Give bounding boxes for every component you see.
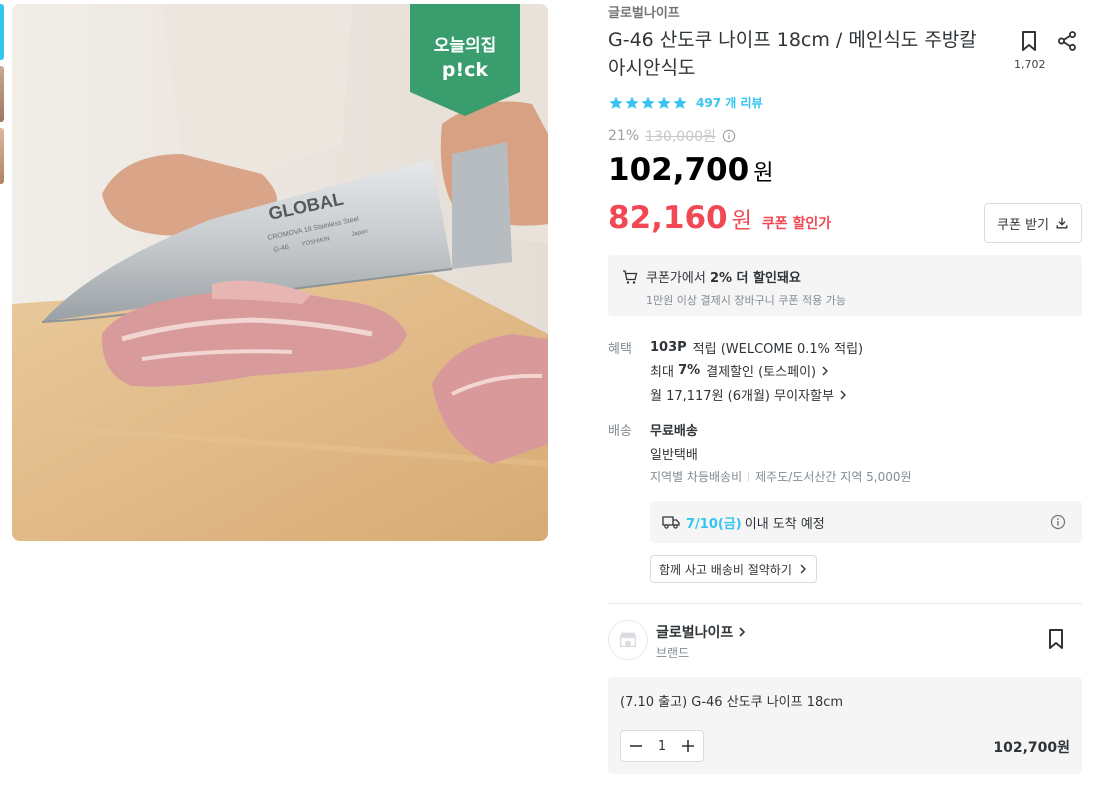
product-title: G-46 산도쿠 나이프 18cm / 메인식도 주방칼 아시안식도 (608, 29, 977, 79)
get-coupon-label: 쿠폰 받기 (997, 217, 1049, 233)
chevron-right-icon (840, 390, 846, 399)
info-icon[interactable] (1050, 514, 1066, 530)
truck-icon (662, 516, 680, 529)
info-icon[interactable] (722, 129, 736, 143)
bookmark-icon (1022, 31, 1036, 51)
plus-icon (682, 740, 694, 752)
download-icon (1056, 217, 1068, 229)
minus-icon (630, 745, 642, 747)
arrival-text: 이내 도착 예정 (744, 516, 825, 532)
coupon-price-unit: 원 (731, 209, 752, 234)
seller-bookmark-icon[interactable] (1046, 628, 1066, 650)
chevron-right-icon (739, 627, 746, 637)
max-discount-text: 결제할인 (토스페이) (706, 365, 817, 380)
thumbnail-2[interactable] (0, 66, 4, 122)
discount-rate: 21% (608, 128, 640, 144)
share-icon (1058, 31, 1076, 51)
installment-row[interactable]: 월 17,117원 (6개월) 무이자할부 (650, 385, 848, 404)
bundle-shipping-label: 함께 사고 배송비 절약하기 (659, 562, 792, 577)
rating-row[interactable]: 497 개 리뷰 (608, 94, 763, 111)
points-text: 적립 (WELCOME 0.1% 적립) (692, 342, 864, 357)
quantity-stepper: 1 (620, 730, 704, 762)
chevron-right-icon (822, 366, 829, 375)
store-icon (619, 632, 637, 648)
scrap-count: 1,702 (1014, 58, 1046, 71)
max-discount-prefix: 최대 (650, 365, 674, 380)
cart-icon (623, 269, 638, 284)
star-icon (673, 95, 687, 109)
max-discount-rate: 7% (678, 363, 701, 378)
thumbnail-1[interactable] (0, 4, 4, 60)
decrease-quantity-button[interactable] (627, 737, 645, 755)
divider (748, 471, 750, 482)
star-rating (608, 95, 688, 111)
original-price: 130,000원 (645, 129, 716, 145)
brand-link[interactable]: 글로벌나이프 (608, 2, 680, 21)
thumbnail-strip (0, 4, 4, 190)
shipping-type: 무료배송 (650, 424, 698, 439)
sale-price: 102,700 (608, 152, 750, 188)
shipping-extra-2: 제주도/도서산간 지역 5,000원 (755, 470, 912, 484)
review-count-link[interactable]: 497 개 리뷰 (696, 94, 763, 111)
star-icon (625, 95, 639, 109)
selected-option-box: (7.10 출고) G-46 산도쿠 나이프 18cm 1 102,700원 (608, 677, 1082, 774)
coupon-price: 82,160 (608, 200, 728, 236)
product-main-image: GLOBAL CROMOVA 18 Stainless Steel G-46 Y… (12, 4, 548, 541)
sale-price-row: 102,700 원 (608, 152, 773, 188)
seller-row[interactable]: 글로벌나이프 브랜드 (608, 620, 1082, 662)
arrival-date: 7/10(금) (686, 516, 742, 532)
star-icon (609, 95, 623, 109)
share-button[interactable] (1056, 30, 1080, 56)
coupon-info-box: 쿠폰가에서 2% 더 할인돼요 1만원 이상 결제시 장바구니 쿠폰 적용 가능 (608, 255, 1082, 316)
coupon-info-note: 1만원 이상 결제시 장바구니 쿠폰 적용 가능 (646, 294, 847, 307)
coupon-info-prefix: 쿠폰가에서 (646, 271, 706, 286)
thumbnail-3[interactable] (0, 128, 4, 184)
get-coupon-button[interactable]: 쿠폰 받기 (984, 203, 1082, 243)
today-pick-badge: 오늘의집 p!ck (410, 4, 520, 116)
seller-name[interactable]: 글로벌나이프 (656, 622, 747, 642)
seller-avatar[interactable] (608, 620, 648, 660)
star-icon (641, 95, 655, 109)
shipping-extra-1: 지역별 차등배송비 (650, 470, 743, 484)
points-row: 103P 적립 (WELCOME 0.1% 적립) (650, 338, 863, 357)
bundle-shipping-button[interactable]: 함께 사고 배송비 절약하기 (650, 555, 817, 583)
sale-price-unit: 원 (753, 161, 774, 186)
coupon-price-row: 82,160 원 쿠폰 할인가 (608, 200, 831, 236)
scrap-button[interactable]: 1,702 (1014, 30, 1046, 71)
installment-text: 월 17,117원 (6개월) 무이자할부 (650, 389, 834, 404)
section-divider (608, 603, 1082, 604)
seller-name-text: 글로벌나이프 (656, 625, 734, 641)
max-discount-row[interactable]: 최대 7% 결제할인 (토스페이) (650, 361, 830, 380)
coupon-price-tag: 쿠폰 할인가 (761, 216, 832, 232)
shipping-extra: 지역별 차등배송비 제주도/도서산간 지역 5,000원 (650, 468, 912, 485)
shipping-method: 일반택배 (650, 448, 698, 463)
seller-type: 브랜드 (656, 646, 690, 660)
option-price: 102,700원 (993, 740, 1070, 756)
benefit-label: 혜택 (608, 342, 632, 357)
option-name: (7.10 출고) G-46 산도쿠 나이프 18cm (620, 695, 844, 710)
quantity-value[interactable]: 1 (658, 739, 666, 754)
increase-quantity-button[interactable] (679, 737, 697, 755)
star-icon (657, 95, 671, 109)
coupon-info-highlight: 2% 더 할인돼요 (709, 271, 801, 286)
arrival-estimate-box: 7/10(금) 이내 도착 예정 (650, 501, 1082, 543)
points-amount: 103P (650, 340, 687, 355)
pick-badge-line2: p!ck (442, 59, 489, 81)
original-price-row: 21% 130,000원 (608, 126, 736, 146)
pick-badge-line1: 오늘의집 (434, 36, 497, 56)
shipping-label: 배송 (608, 424, 632, 439)
chevron-right-icon (800, 564, 806, 574)
